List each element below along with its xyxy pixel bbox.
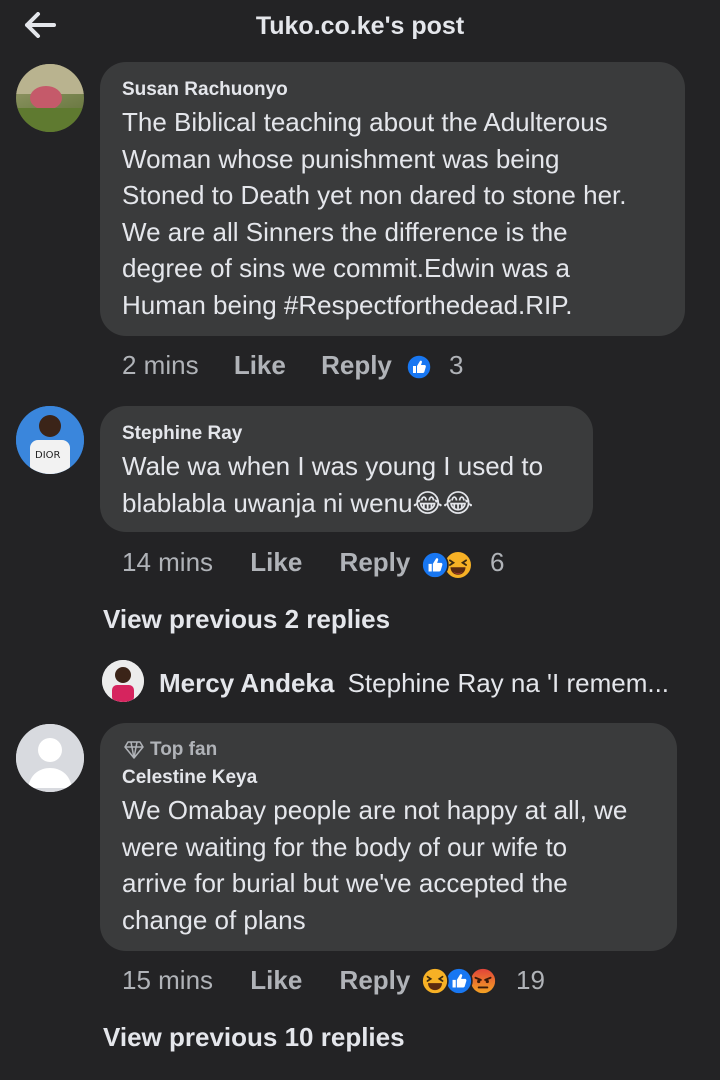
comment-text: We Omabay people are not happy at all, w… — [122, 795, 628, 935]
top-fan-badge: Top fan — [124, 739, 217, 761]
avatar-image: DIOR — [16, 406, 84, 474]
page-title: Tuko.co.ke's post — [255, 12, 465, 40]
like-button[interactable]: Like — [234, 350, 286, 380]
reactions[interactable] — [406, 354, 432, 380]
avatar-stephine[interactable]: DIOR — [16, 406, 84, 474]
comment-text: The Biblical teaching about the Adultero… — [122, 107, 627, 320]
reply-button[interactable]: Reply — [340, 547, 411, 577]
top-fan-label: Top fan — [150, 739, 218, 760]
reaction-count: 6 — [490, 547, 505, 577]
view-previous-replies-button[interactable]: View previous 2 replies — [103, 604, 390, 635]
reactions[interactable] — [421, 550, 473, 580]
comment-text: Wale wa when I was young I used to blabl… — [122, 451, 544, 518]
like-button[interactable]: Like — [250, 965, 302, 995]
default-avatar-icon — [16, 724, 84, 792]
comment-author[interactable]: Stephine Ray — [122, 423, 242, 445]
angry-reaction-icon — [469, 967, 497, 995]
like-reaction-icon — [421, 551, 449, 579]
reply-button[interactable]: Reply — [340, 965, 411, 995]
avatar-celestine[interactable] — [16, 724, 84, 792]
comment-actions: 2 mins Like Reply — [122, 350, 392, 381]
comment-time: 14 mins — [122, 547, 214, 577]
like-reaction-icon — [445, 967, 473, 995]
haha-reaction-icon — [421, 967, 449, 995]
reply-button[interactable]: Reply — [321, 350, 392, 380]
avatar-image — [102, 660, 144, 702]
reaction-count: 3 — [449, 350, 464, 380]
svg-text:DIOR: DIOR — [35, 450, 61, 461]
diamond-icon — [124, 741, 144, 759]
comment-author[interactable]: Celestine Keya — [122, 767, 257, 789]
reply-preview[interactable]: Mercy Andeka Stephine Ray na 'I remem... — [159, 668, 669, 699]
avatar-susan[interactable] — [16, 64, 84, 132]
comment-author[interactable]: Susan Rachuonyo — [122, 79, 288, 101]
comment-actions: 15 mins Like Reply — [122, 965, 410, 996]
avatar-mercy[interactable] — [102, 660, 144, 702]
reply-author: Mercy Andeka — [159, 668, 335, 698]
avatar-image — [16, 64, 84, 132]
like-button[interactable]: Like — [250, 547, 302, 577]
reactions[interactable] — [421, 967, 497, 995]
reaction-count: 19 — [516, 965, 545, 995]
top-bar: Tuko.co.ke's post — [0, 0, 720, 58]
comment-time: 15 mins — [122, 965, 214, 995]
post-comments-screen: Tuko.co.ke's post Susan Rachuonyo The Bi… — [0, 0, 720, 1080]
like-reaction-icon — [406, 354, 432, 380]
reply-text: Stephine Ray na 'I remem... — [347, 668, 670, 698]
view-previous-replies-button[interactable]: View previous 10 replies — [103, 1022, 405, 1053]
comment-time: 2 mins — [122, 350, 199, 380]
comment-actions: 14 mins Like Reply — [122, 547, 410, 578]
